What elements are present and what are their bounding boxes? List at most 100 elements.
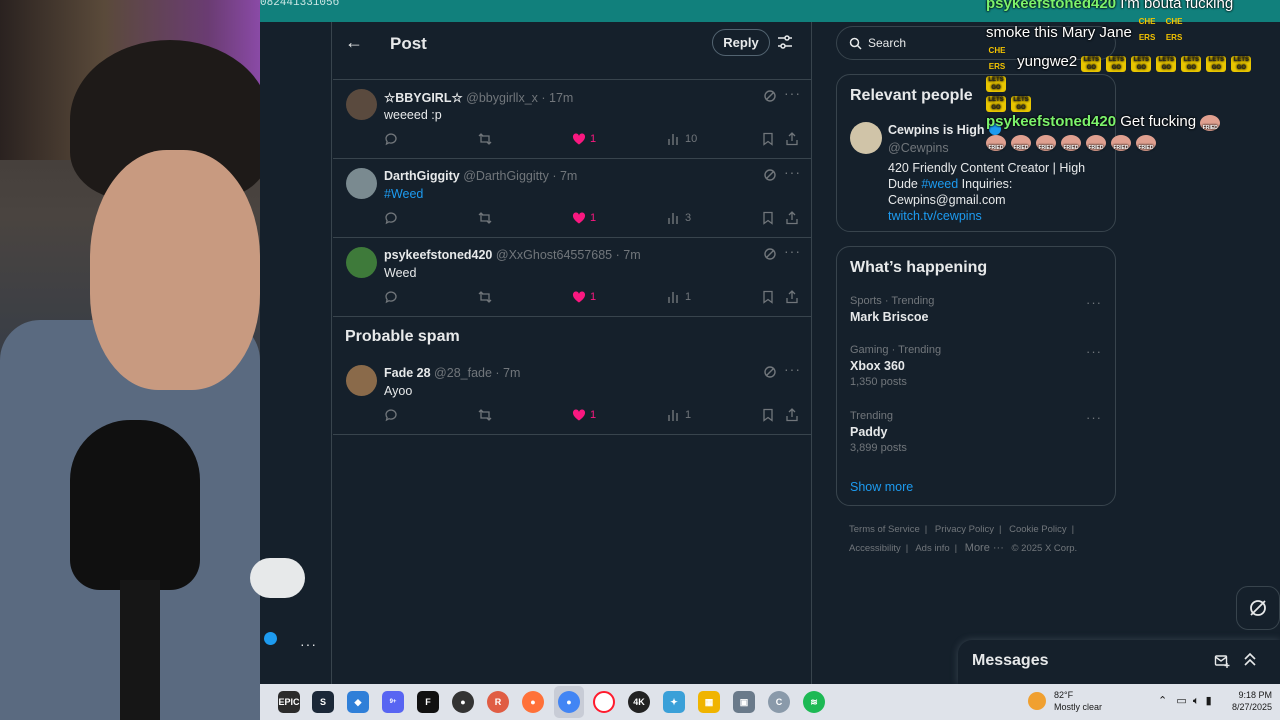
like-action[interactable]: 1: [572, 407, 596, 423]
more-icon[interactable]: ···: [784, 85, 801, 101]
views-action[interactable]: 3: [667, 210, 691, 226]
network-icon[interactable]: ▭: [1176, 695, 1186, 707]
avatar[interactable]: [850, 122, 882, 154]
tweet[interactable]: Fade 28 @28_fade · 7m Ayoo ··· 1 1: [333, 356, 812, 435]
avatar[interactable]: [346, 247, 377, 278]
trend-item[interactable]: Sports · Trending Mark Briscoe ···: [850, 295, 1110, 324]
bio-url-link[interactable]: twitch.tv/cewpins: [888, 209, 982, 223]
steam-icon[interactable]: S: [312, 691, 334, 713]
chevron-up-icon[interactable]: ⌃: [1158, 695, 1167, 707]
trend-item[interactable]: Gaming · Trending Xbox 360 1,350 posts ·…: [850, 344, 1110, 388]
app-icon[interactable]: R: [487, 691, 509, 713]
repost-action[interactable]: [478, 210, 492, 226]
more-link[interactable]: More ···: [965, 542, 1004, 554]
sliders-icon[interactable]: [777, 34, 793, 50]
repost-action[interactable]: [478, 131, 492, 147]
grok-icon[interactable]: [763, 168, 777, 182]
tweet-author-handle[interactable]: @bbygirllx_x: [466, 91, 538, 105]
volume-icon[interactable]: 🔈︎: [1193, 695, 1200, 707]
ads-info-link[interactable]: Ads info: [915, 543, 949, 554]
more-icon[interactable]: ···: [784, 164, 801, 180]
tweet-time[interactable]: · 17m: [541, 91, 573, 105]
repost-action[interactable]: [478, 407, 492, 423]
tweet[interactable]: psykeefstoned420 @XxGhost64557685 · 7m W…: [333, 238, 812, 317]
bookmark-action[interactable]: [761, 407, 775, 423]
tweet-time[interactable]: · 7m: [495, 366, 520, 380]
tweet-author-name[interactable]: ☆BBYGIRL☆: [384, 91, 463, 105]
profile-name[interactable]: Cewpins is High: [888, 123, 1001, 137]
grok-button[interactable]: [1236, 586, 1280, 630]
clock[interactable]: 9:18 PM 8/27/2025: [1226, 689, 1272, 713]
bookmark-action[interactable]: [761, 210, 775, 226]
accessibility-link[interactable]: Accessibility: [849, 543, 901, 554]
tweet-author-name[interactable]: DarthGiggity: [384, 169, 460, 183]
4k-app-icon[interactable]: 4K: [628, 691, 650, 713]
spotify-icon[interactable]: ≋: [803, 691, 825, 713]
like-action[interactable]: 1: [572, 210, 596, 226]
grok-icon[interactable]: [763, 247, 777, 261]
profile-handle[interactable]: @Cewpins: [888, 141, 949, 155]
like-action[interactable]: 1: [572, 289, 596, 305]
epic-games-icon[interactable]: EPIC: [278, 691, 300, 713]
more-icon[interactable]: ···: [1086, 410, 1102, 425]
battery-icon[interactable]: ▮: [1206, 695, 1212, 707]
reply-action[interactable]: [384, 131, 398, 147]
discord-icon[interactable]: 9+: [382, 691, 404, 713]
app-icon[interactable]: ✦: [663, 691, 685, 713]
app-icon[interactable]: ◆: [347, 691, 369, 713]
trend-item[interactable]: Trending Paddy 3,899 posts ···: [850, 410, 1110, 454]
app-icon[interactable]: ▦: [698, 691, 720, 713]
tweet-time[interactable]: · 7m: [552, 169, 577, 183]
tweet-author-handle[interactable]: @28_fade: [434, 366, 492, 380]
bio-hashtag-link[interactable]: #weed: [921, 177, 958, 191]
more-icon[interactable]: ···: [784, 361, 801, 377]
show-more-link[interactable]: Show more: [850, 480, 913, 494]
tweet-author-name[interactable]: psykeefstoned420: [384, 248, 492, 262]
system-tray[interactable]: ⌃ ▭ 🔈︎ ▮: [1158, 694, 1212, 708]
more-icon[interactable]: ···: [784, 243, 801, 259]
firefox-icon[interactable]: ●: [522, 691, 544, 713]
github-icon[interactable]: ●: [452, 691, 474, 713]
share-action[interactable]: [785, 289, 799, 305]
bookmark-action[interactable]: [761, 289, 775, 305]
camera-icon[interactable]: ▣: [733, 691, 755, 713]
messages-drawer[interactable]: Messages: [958, 640, 1280, 684]
back-arrow-icon[interactable]: ←: [345, 32, 363, 53]
privacy-link[interactable]: Privacy Policy: [935, 524, 994, 535]
reply-action[interactable]: [384, 289, 398, 305]
chevrons-up-icon[interactable]: [1242, 651, 1258, 667]
chrome-icon[interactable]: ●: [558, 691, 580, 713]
views-action[interactable]: 1: [667, 407, 691, 423]
bookmark-action[interactable]: [761, 131, 775, 147]
opera-icon[interactable]: [593, 691, 615, 713]
grok-icon[interactable]: [763, 89, 777, 103]
views-action[interactable]: 10: [667, 131, 697, 147]
tweet-author-handle[interactable]: @DarthGiggitty: [463, 169, 549, 183]
cookie-link[interactable]: Cookie Policy: [1009, 524, 1067, 535]
tweet[interactable]: ☆BBYGIRL☆ @bbygirllx_x · 17m weeeed :p ·…: [333, 80, 812, 159]
app-icon[interactable]: C: [768, 691, 790, 713]
views-action[interactable]: 1: [667, 289, 691, 305]
avatar[interactable]: [346, 365, 377, 396]
share-action[interactable]: [785, 210, 799, 226]
like-action[interactable]: 1: [572, 131, 596, 147]
avatar[interactable]: [346, 168, 377, 199]
tweet[interactable]: DarthGiggity @DarthGiggitty · 7m #Weed ·…: [333, 159, 812, 238]
share-action[interactable]: [785, 131, 799, 147]
tweet-author-name[interactable]: Fade 28: [384, 366, 431, 380]
weather-widget[interactable]: 82°F Mostly clear: [1028, 689, 1102, 713]
new-message-icon[interactable]: [1214, 653, 1230, 669]
tweet-hashtag-link[interactable]: #Weed: [384, 187, 423, 201]
repost-action[interactable]: [478, 289, 492, 305]
tweet-author-handle[interactable]: @XxGhost64557685: [496, 248, 612, 262]
reply-button[interactable]: Reply: [712, 29, 770, 56]
post-compose-button[interactable]: [250, 558, 305, 598]
more-icon[interactable]: ···: [1086, 295, 1102, 310]
more-icon[interactable]: ···: [1086, 344, 1102, 359]
reply-action[interactable]: [384, 407, 398, 423]
reply-action[interactable]: [384, 210, 398, 226]
avatar[interactable]: [346, 89, 377, 120]
share-action[interactable]: [785, 407, 799, 423]
grok-icon[interactable]: [763, 365, 777, 379]
tweet-time[interactable]: · 7m: [616, 248, 641, 262]
